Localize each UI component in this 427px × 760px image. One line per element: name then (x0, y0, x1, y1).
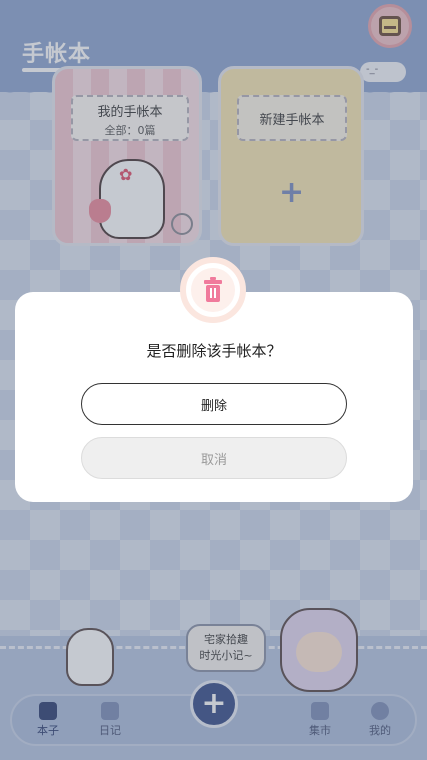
dialog-question: 是否删除该手帐本？ (146, 342, 282, 360)
delete-dialog: 是否删除该手帐本？ 删除 取消 (15, 292, 413, 502)
trash-icon-wrap (191, 268, 235, 312)
trash-badge (180, 257, 246, 323)
cancel-button[interactable]: 取消 (81, 437, 347, 479)
trash-icon (204, 277, 222, 302)
delete-button[interactable]: 删除 (81, 383, 347, 425)
